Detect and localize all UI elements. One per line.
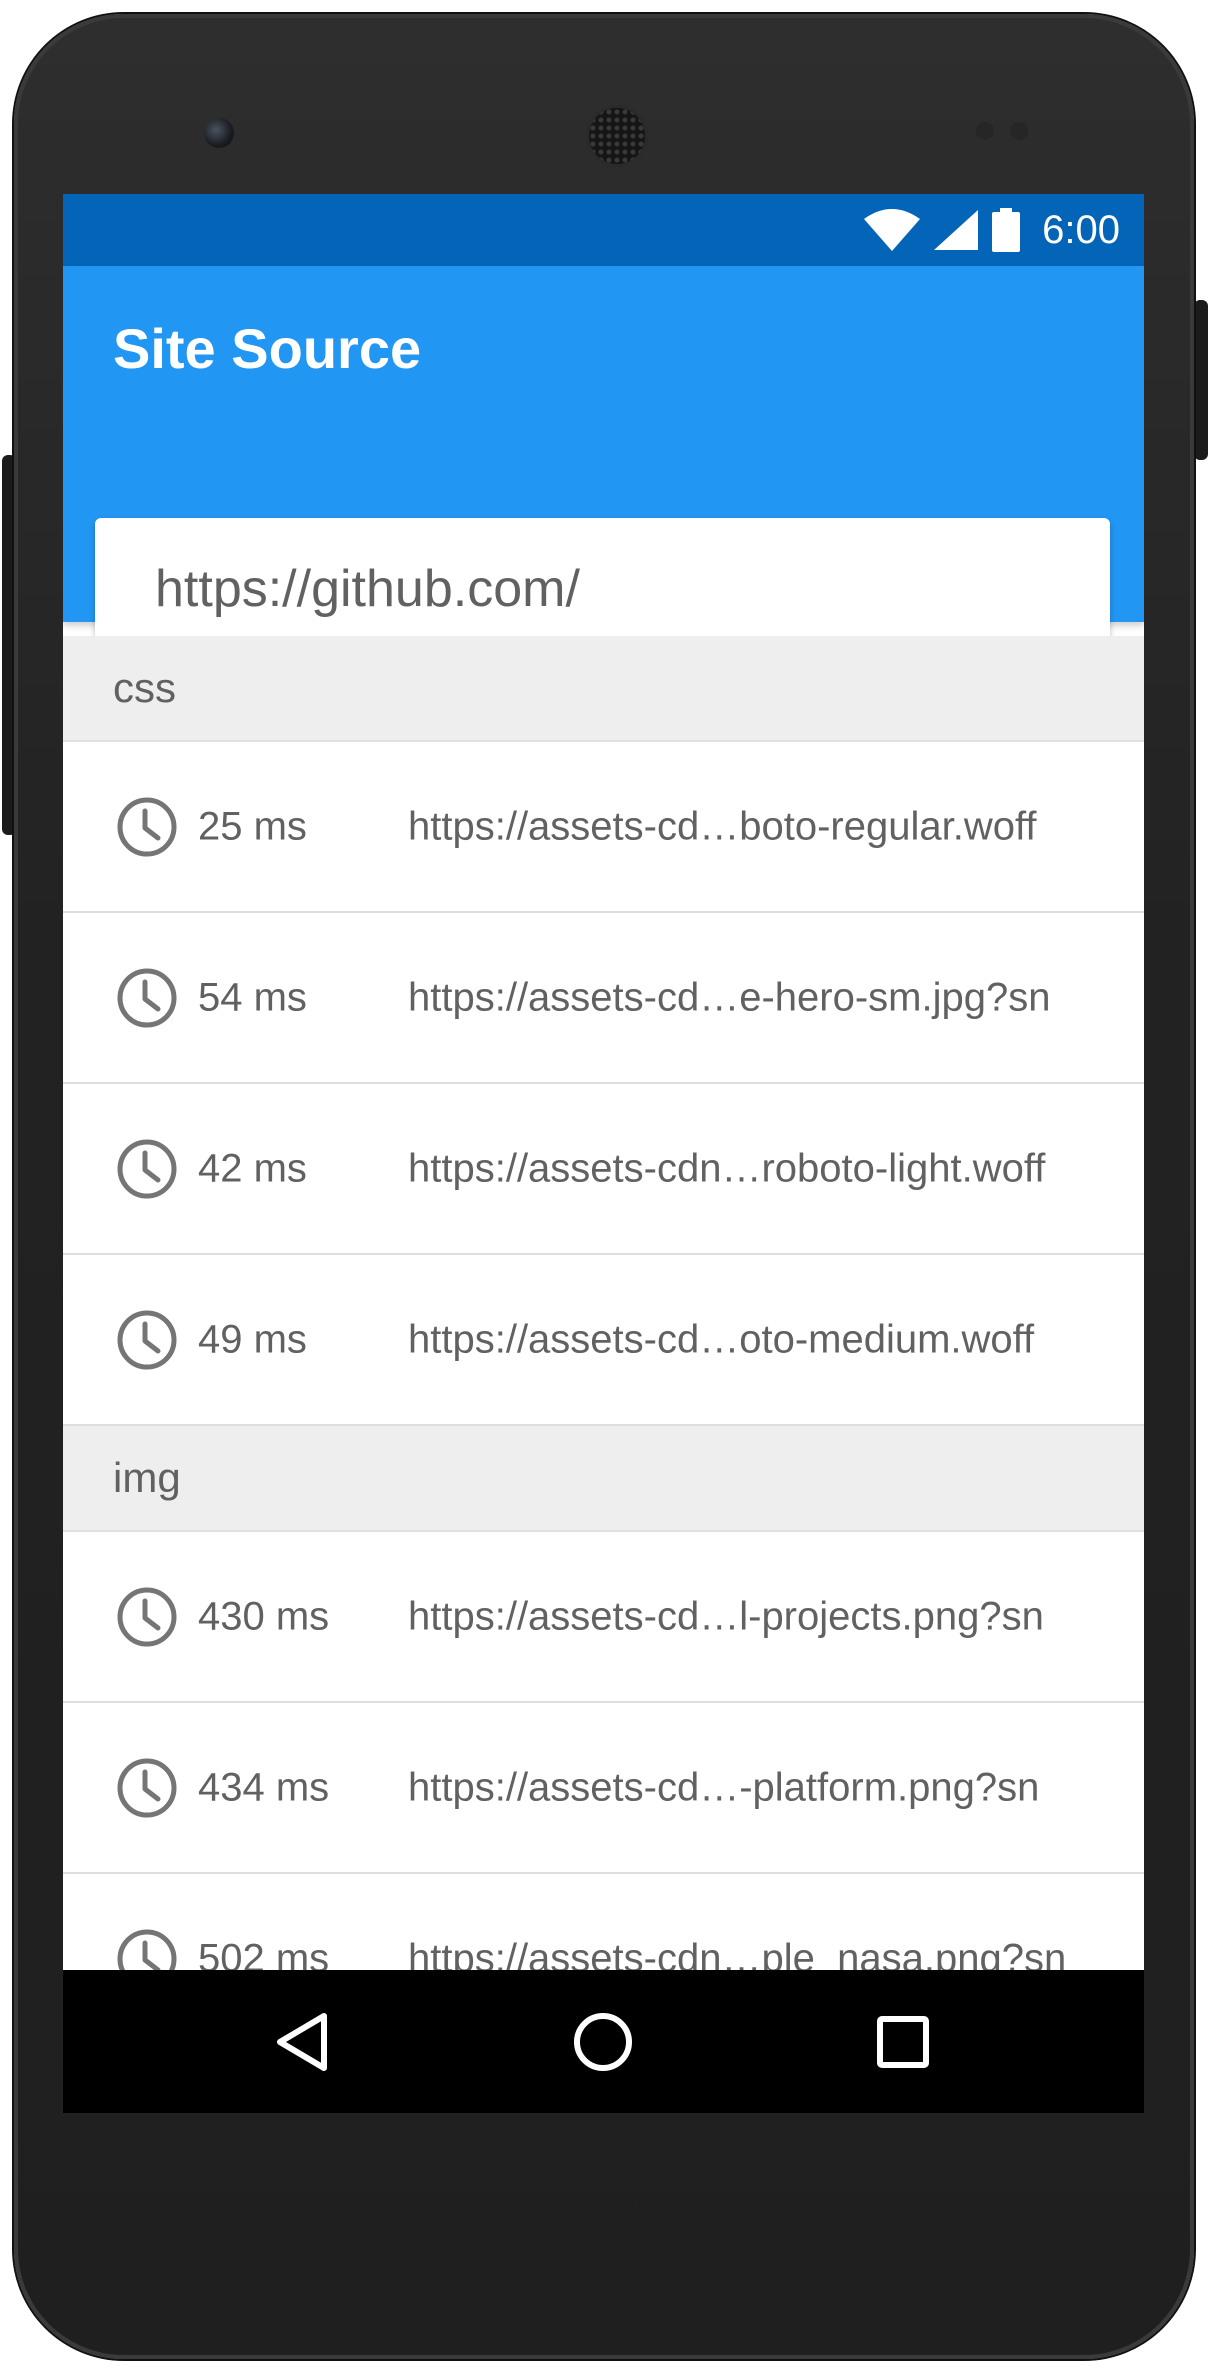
section-header: img: [63, 1426, 1144, 1532]
clock-icon: [117, 1587, 177, 1646]
clock-icon: [117, 797, 177, 856]
phone-power-button: [1194, 300, 1208, 460]
clock-icon: [117, 1139, 177, 1198]
canvas: 6:00 Site Source css 25 ms https://assets-…: [0, 0, 1210, 2375]
screen: 6:00 Site Source css 25 ms https://assets-…: [63, 194, 1144, 2113]
clock-icon: [117, 968, 177, 1027]
load-time: 434 ms: [198, 1765, 330, 1809]
resource-list: css 25 ms https://assets-cd…boto-regular.w…: [63, 636, 1144, 2045]
front-camera: [204, 118, 234, 148]
back-icon[interactable]: [268, 2006, 340, 2078]
load-time: 25 ms: [198, 804, 307, 848]
proximity-sensor: [976, 122, 994, 140]
status-time: 6:00: [1042, 207, 1120, 252]
app-title: Site Source: [113, 317, 422, 380]
navigation-bar: [63, 1970, 1144, 2113]
light-sensor: [1010, 122, 1028, 140]
wifi-icon: [864, 209, 921, 251]
resource-url: https://assets-cd…-platform.png?sn: [408, 1765, 1040, 1809]
status-bar: 6:00: [63, 194, 1144, 266]
clock-icon: [117, 1310, 177, 1369]
list-item[interactable]: 430 ms https://assets-cd…l-projects.png?s…: [63, 1532, 1144, 1703]
resource-url: https://assets-cd…boto-regular.woff: [408, 804, 1037, 848]
battery-icon: [992, 208, 1021, 252]
status-icons: 6:00: [864, 194, 1120, 266]
load-time: 54 ms: [198, 975, 307, 1019]
resource-url: https://assets-cd…l-projects.png?sn: [408, 1594, 1044, 1638]
app-bar: Site Source: [63, 266, 1144, 660]
load-time: 49 ms: [198, 1317, 307, 1361]
resource-url: https://assets-cdn…roboto-light.woff: [408, 1146, 1046, 1190]
resource-url: https://assets-cd…e-hero-sm.jpg?sn: [408, 975, 1051, 1019]
list-item[interactable]: 434 ms https://assets-cd…-platform.png?sn: [63, 1703, 1144, 1874]
load-time: 42 ms: [198, 1146, 307, 1190]
resource-url: https://assets-cd…oto-medium.woff: [408, 1317, 1035, 1361]
recents-icon[interactable]: [867, 2006, 939, 2078]
section-header: css: [63, 636, 1144, 742]
list-item[interactable]: 54 ms https://assets-cd…e-hero-sm.jpg?sn: [63, 913, 1144, 1084]
load-time: 430 ms: [198, 1594, 330, 1638]
home-icon[interactable]: [567, 2006, 639, 2078]
earpiece-speaker: [589, 108, 645, 164]
clock-icon: [117, 1758, 177, 1817]
signal-icon: [934, 210, 979, 250]
list-item[interactable]: 25 ms https://assets-cd…boto-regular.woff: [63, 742, 1144, 913]
list-item[interactable]: 49 ms https://assets-cd…oto-medium.woff: [63, 1255, 1144, 1426]
list-item[interactable]: 42 ms https://assets-cdn…roboto-light.wof…: [63, 1084, 1144, 1255]
